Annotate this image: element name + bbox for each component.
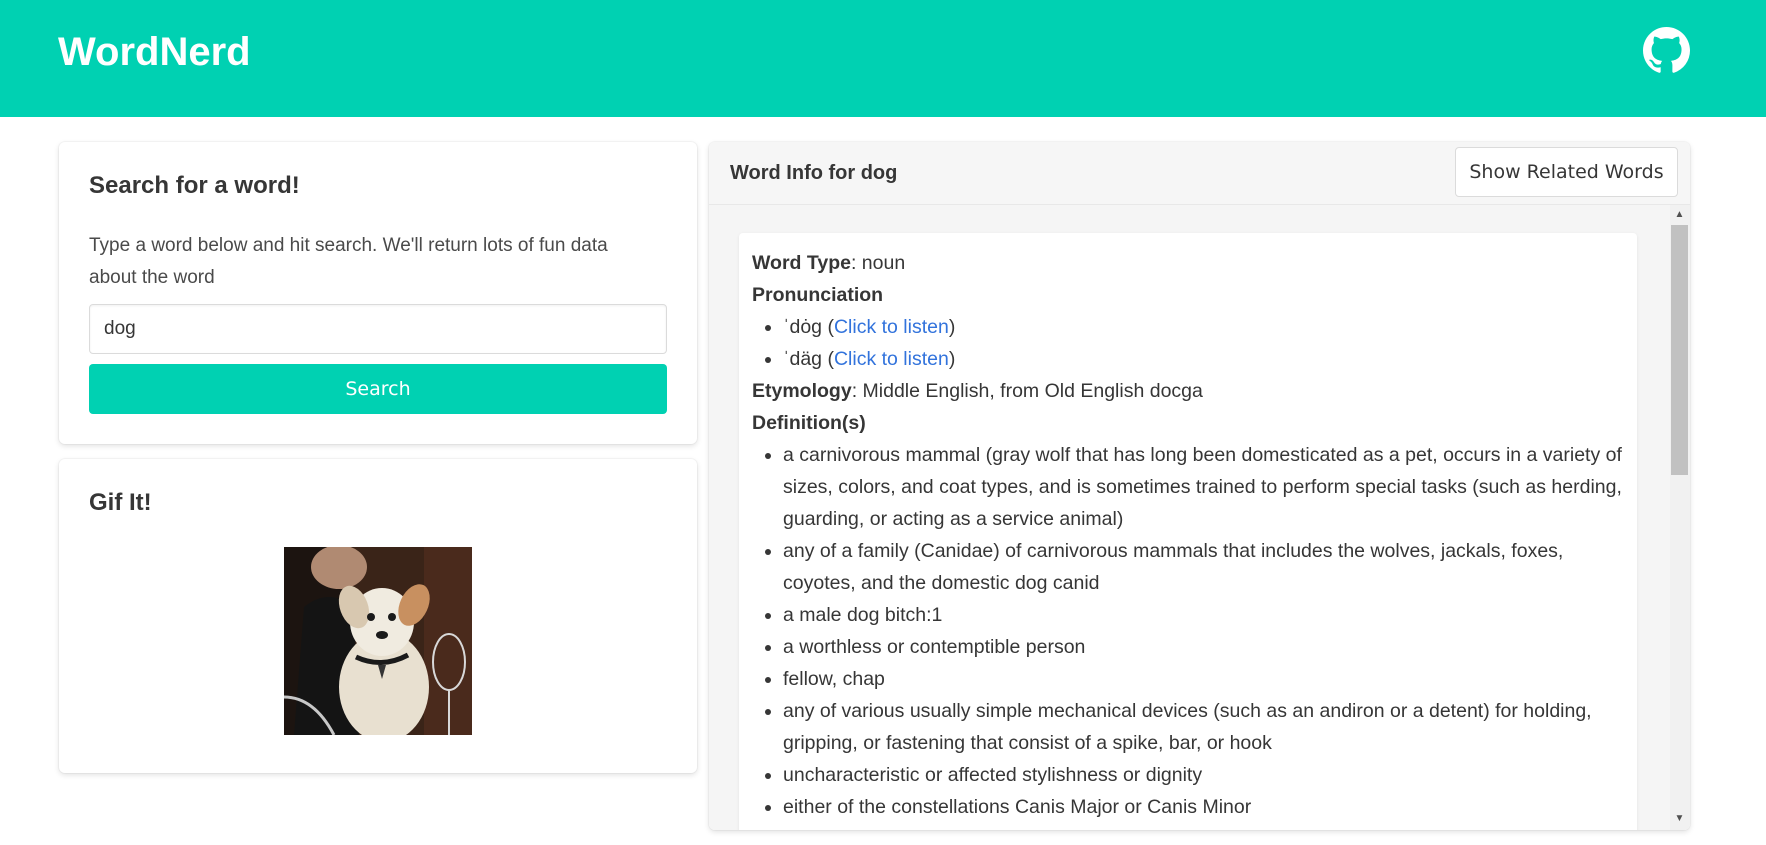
etymology-row: Etymology: Middle English, from Old Engl… [752, 375, 1624, 407]
search-title: Search for a word! [89, 172, 300, 199]
etymology-label: Etymology [752, 380, 852, 402]
search-description: Type a word below and hit search. We'll … [89, 235, 608, 288]
search-button[interactable]: Search [89, 364, 667, 414]
word-type-row: Word Type: noun [752, 247, 1624, 279]
word-details: Word Type: noun Pronunciation ˈdȯg (Clic… [739, 233, 1637, 830]
pronunciation-list: ˈdȯg (Click to listen) ˈdäg (Click to li… [752, 311, 1624, 375]
word-type-label: Word Type [752, 252, 851, 274]
definition-item: any of various usually simple mechanical… [783, 695, 1624, 759]
word-info-header: Word Info for dog Show Related Words [709, 142, 1690, 205]
click-to-listen-link[interactable]: Click to listen [834, 348, 949, 370]
definition-item: a carnivorous mammal (gray wolf that has… [783, 439, 1624, 535]
definition-item: any of a family (Canidae) of carnivorous… [783, 535, 1624, 599]
definition-item: a worthless or contemptible person [783, 631, 1624, 663]
navbar: WordNerd [0, 0, 1766, 117]
click-to-listen-link[interactable]: Click to listen [834, 316, 949, 338]
definitions-label: Definition(s) [752, 412, 866, 434]
dog-gif-image [284, 547, 472, 735]
definition-item: fellow, chap [783, 663, 1624, 695]
word-info-title: Word Info for dog [730, 162, 898, 184]
scroll-up-arrow-icon[interactable]: ▲ [1671, 206, 1688, 224]
pronunciation-label: Pronunciation [752, 284, 884, 306]
definition-item: either of the constellations Canis Major… [783, 791, 1624, 823]
search-card: Search for a word! Type a word below and… [59, 142, 697, 444]
scroll-down-arrow-icon[interactable]: ▼ [1671, 810, 1688, 828]
scrollbar-thumb[interactable] [1671, 225, 1688, 475]
word-info-scroll-area[interactable]: Word Type: noun Pronunciation ˈdȯg (Clic… [709, 205, 1690, 830]
word-type-value: : noun [850, 252, 906, 274]
definition-item: a male dog bitch:1 [783, 599, 1624, 631]
gif-card: Gif It! [59, 459, 697, 773]
word-info-card: Word Info for dog Show Related Words Wor… [709, 142, 1690, 830]
brand-title[interactable]: WordNerd [58, 30, 251, 75]
definition-item: uncharacteristic or affected stylishness… [783, 759, 1624, 791]
show-related-words-button[interactable]: Show Related Words [1455, 147, 1678, 197]
definitions-list: a carnivorous mammal (gray wolf that has… [752, 439, 1624, 823]
github-icon[interactable] [1643, 27, 1690, 74]
pronunciation-item: ˈdȯg (Click to listen) [783, 311, 1624, 343]
gif-title: Gif It! [89, 489, 152, 516]
search-input[interactable] [89, 304, 667, 354]
etymology-value: : Middle English, from Old English docga [851, 380, 1203, 402]
pronunciation-item: ˈdäg (Click to listen) [783, 343, 1624, 375]
